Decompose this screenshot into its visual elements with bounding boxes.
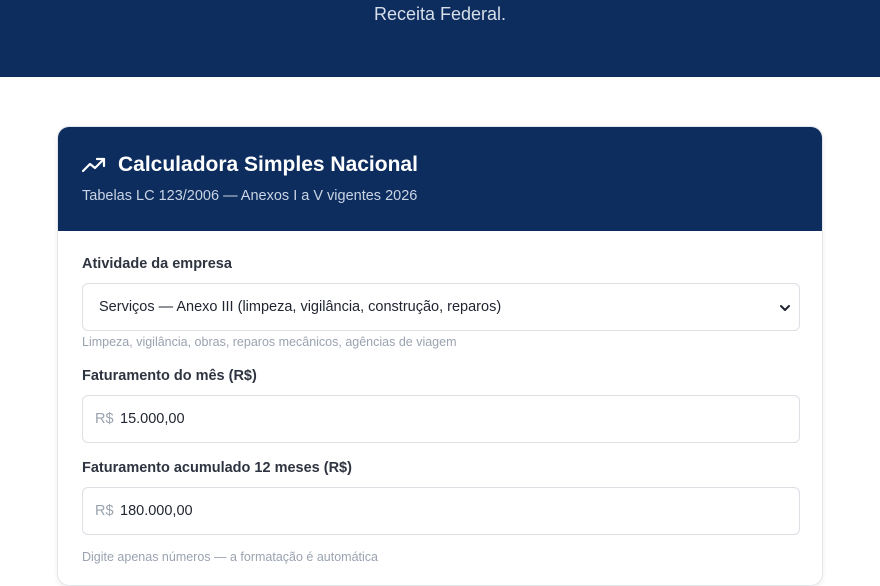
annual-revenue-input[interactable]: R$ 180.000,00 — [82, 487, 800, 535]
monthly-revenue-label: Faturamento do mês (R$) — [82, 368, 257, 384]
monthly-revenue-value: 15.000,00 — [120, 411, 185, 427]
activity-label: Atividade da empresa — [82, 256, 232, 272]
activity-select[interactable]: Serviços — Anexo III (limpeza, vigilânci… — [82, 283, 800, 331]
card-header: Calculadora Simples Nacional Tabelas LC … — [58, 127, 822, 231]
chevron-down-icon — [780, 305, 790, 311]
currency-prefix: R$ — [95, 411, 114, 427]
activity-selected-value: Serviços — Anexo III (limpeza, vigilânci… — [99, 299, 502, 315]
card-title: Calculadora Simples Nacional — [118, 153, 418, 176]
hero-text: Receita Federal. — [373, 4, 507, 24]
trending-up-icon — [82, 157, 106, 173]
monthly-revenue-input[interactable]: R$ 15.000,00 — [82, 395, 800, 443]
hero-banner: Receita Federal. — [0, 0, 880, 77]
annual-revenue-label: Faturamento acumulado 12 meses (R$) — [82, 460, 352, 476]
calculator-card: Calculadora Simples Nacional Tabelas LC … — [57, 126, 823, 586]
card-subtitle: Tabelas LC 123/2006 — Anexos I a V vigen… — [82, 188, 418, 204]
annual-revenue-hint: Digite apenas números — a formatação é a… — [82, 550, 378, 564]
activity-hint: Limpeza, vigilância, obras, reparos mecâ… — [82, 335, 457, 349]
annual-revenue-value: 180.000,00 — [120, 503, 193, 519]
currency-prefix: R$ — [95, 503, 114, 519]
